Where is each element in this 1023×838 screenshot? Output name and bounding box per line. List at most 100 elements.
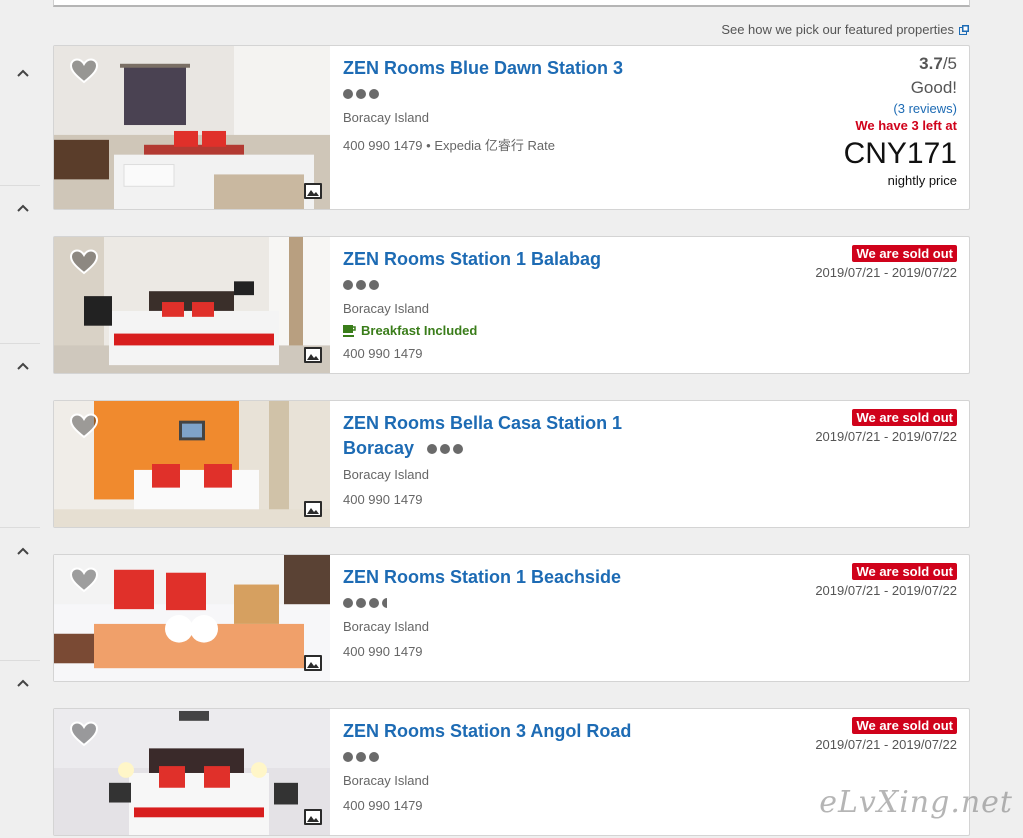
hotel-info: ZEN Rooms Station 1 Balabag Boracay Isla… [343,247,643,361]
breakfast-included: Breakfast Included [343,323,643,338]
reviews-link[interactable]: (3 reviews) [844,101,957,116]
rate-note: Expedia 亿睿行 Rate [434,138,555,153]
gallery-icon[interactable] [304,501,322,517]
hotel-info: ZEN Rooms Blue Dawn Station 3 Boracay Is… [343,56,643,154]
hotel-name-link[interactable]: ZEN Rooms Station 1 Beachside [343,565,643,590]
hotel-info: ZEN Rooms Bella Casa Station 1 Boracay B… [343,411,643,507]
star-dot [369,598,379,608]
hotel-location: Boracay Island [343,467,429,482]
star-rating [427,444,464,455]
chevron-up-icon[interactable] [16,678,30,688]
hotel-photo[interactable] [54,46,330,209]
phone-number: 400 990 1479 [343,138,423,153]
featured-link-label: See how we pick our featured properties [721,22,954,37]
hotel-photo[interactable] [54,709,330,835]
star-half-dot [382,598,387,608]
hotel-location: Boracay Island [343,619,429,634]
left-gutter [0,0,40,838]
hotel-card[interactable]: ZEN Rooms Bella Casa Station 1 Boracay B… [53,400,970,528]
star-dot [356,752,366,762]
gutter-divider [0,185,40,186]
rating-outof: /5 [942,54,957,73]
star-dot [343,598,353,608]
price-column: We are sold out 2019/07/21 - 2019/07/22 [815,717,957,752]
sold-out-badge: We are sold out [852,563,957,580]
chevron-up-icon[interactable] [16,361,30,371]
heart-icon[interactable] [70,58,98,84]
hotel-phone: 400 990 1479 [343,798,423,813]
chevron-up-icon[interactable] [16,68,30,78]
star-rating [343,598,643,608]
hotel-phone: 400 990 1479 • Expedia 亿睿行 Rate [343,138,555,153]
hotel-name-link[interactable]: ZEN Rooms Station 3 Angol Road [343,719,643,744]
star-dot [356,598,366,608]
hotel-photo[interactable] [54,237,330,373]
gallery-icon[interactable] [304,183,322,199]
star-dot [343,752,353,762]
hotel-photo[interactable] [54,555,330,681]
star-dot [343,89,353,99]
gutter-divider [0,660,40,661]
hotel-name-line1: ZEN Rooms Bella Casa Station 1 [343,413,623,433]
heart-icon[interactable] [70,721,98,747]
star-rating [343,89,643,99]
hotel-photo[interactable] [54,401,330,527]
hotel-name-link[interactable]: ZEN Rooms Blue Dawn Station 3 [343,56,643,81]
gutter-divider [0,343,40,344]
hotel-location: Boracay Island [343,301,429,316]
sold-out-badge: We are sold out [852,409,957,426]
hotel-name-link[interactable]: ZEN Rooms Station 1 Balabag [343,247,643,272]
price-column: We are sold out 2019/07/21 - 2019/07/22 [815,563,957,598]
hotel-info: ZEN Rooms Station 3 Angol Road Boracay I… [343,719,643,813]
star-dot [427,444,438,455]
nightly-price[interactable]: CNY171 [844,137,957,171]
stay-dates: 2019/07/21 - 2019/07/22 [815,737,957,752]
gutter-divider [0,527,40,528]
heart-icon[interactable] [70,413,98,439]
hotel-location: Boracay Island [343,773,429,788]
breakfast-label: Breakfast Included [361,323,478,338]
heart-icon[interactable] [70,567,98,593]
price-column: We are sold out 2019/07/21 - 2019/07/22 [815,409,957,444]
hotel-phone: 400 990 1479 [343,492,423,507]
stay-dates: 2019/07/21 - 2019/07/22 [815,429,957,444]
rooms-left-notice: We have 3 left at [855,118,957,133]
star-dot [369,89,379,99]
star-dot [453,444,464,455]
chevron-up-icon[interactable] [16,546,30,556]
external-link-icon [959,24,969,35]
star-dot [369,752,379,762]
watermark: eLvXing.net [819,785,1013,820]
featured-properties-link[interactable]: See how we pick our featured properties [721,22,969,37]
price-column: We are sold out 2019/07/21 - 2019/07/22 [815,245,957,280]
hotel-location: Boracay Island [343,110,429,125]
hotel-name-line2: Boracay [343,438,415,458]
gallery-icon[interactable] [304,347,322,363]
hotel-card[interactable]: ZEN Rooms Station 1 Balabag Boracay Isla… [53,236,970,374]
gallery-icon[interactable] [304,809,322,825]
heart-icon[interactable] [70,249,98,275]
previous-panel [53,0,970,7]
rating-word: Good! [910,78,957,97]
hotel-phone: 400 990 1479 [343,346,423,361]
sold-out-badge: We are sold out [852,245,957,262]
star-dot [343,280,353,290]
chevron-up-icon[interactable] [16,203,30,213]
gallery-icon[interactable] [304,655,322,671]
coffee-cup-icon [343,324,356,337]
hotel-info: ZEN Rooms Station 1 Beachside Boracay Is… [343,565,643,659]
stay-dates: 2019/07/21 - 2019/07/22 [815,583,957,598]
hotel-name-link[interactable]: ZEN Rooms Bella Casa Station 1 Boracay [343,411,643,461]
nightly-price-label: nightly price [887,173,957,188]
hotel-phone: 400 990 1479 [343,644,423,659]
price-column: 3.7/5 Good! (3 reviews) We have 3 left a… [844,54,957,188]
hotel-card[interactable]: ZEN Rooms Blue Dawn Station 3 Boracay Is… [53,45,970,210]
guest-rating: 3.7/5 [844,54,957,74]
hotel-card[interactable]: ZEN Rooms Station 1 Beachside Boracay Is… [53,554,970,682]
sold-out-badge: We are sold out [852,717,957,734]
star-dot [440,444,451,455]
star-rating [343,280,643,290]
star-rating [343,752,643,762]
rating-score: 3.7 [919,54,943,73]
star-dot [356,89,366,99]
